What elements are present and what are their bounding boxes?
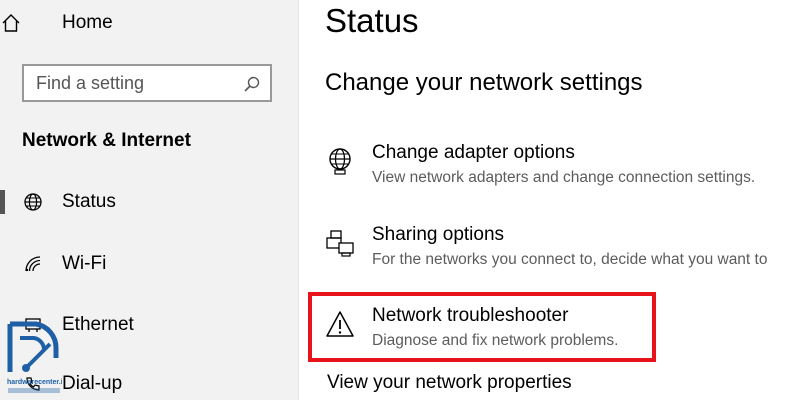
page-title: Status: [325, 2, 419, 39]
sidebar-item-wifi[interactable]: Wi-Fi: [0, 244, 298, 284]
wifi-icon: [22, 253, 44, 275]
search-icon[interactable]: [243, 75, 261, 93]
network-troubleshooter-link[interactable]: Network troubleshooter Diagnose and fix …: [325, 305, 800, 357]
view-network-properties-link[interactable]: View your network properties: [327, 372, 572, 394]
section-subtitle: Change your network settings: [325, 69, 643, 96]
svg-text:hardwarecenter.ir: hardwarecenter.ir: [7, 379, 62, 386]
sidebar-item-label: Ethernet: [62, 314, 134, 335]
sidebar-item-status[interactable]: Status: [0, 182, 298, 222]
option-title: Change adapter options: [372, 142, 575, 163]
sidebar-item-home[interactable]: Home: [0, 3, 298, 43]
sidebar: Home Network & Internet: [0, 0, 299, 400]
option-title: Network troubleshooter: [372, 305, 569, 326]
sidebar-item-label: Wi-Fi: [62, 253, 107, 274]
globe-icon: [22, 191, 44, 213]
option-description: Diagnose and fix network problems.: [372, 332, 619, 349]
search-box[interactable]: [22, 64, 272, 102]
sharing-options-link[interactable]: Sharing options For the networks you con…: [325, 224, 800, 276]
change-adapter-options-link[interactable]: Change adapter options View network adap…: [325, 142, 800, 194]
adapter-globe-icon: [325, 146, 355, 176]
option-description: For the networks you connect to, decide …: [372, 251, 768, 268]
home-icon: [0, 12, 22, 34]
option-description: View network adapters and change connect…: [372, 169, 756, 186]
section-heading: Network & Internet: [22, 130, 191, 151]
sidebar-item-label: Status: [62, 191, 116, 212]
main-panel: Status Change your network settings Chan…: [299, 0, 800, 400]
sidebar-item-label: Dial-up: [62, 373, 123, 394]
warning-icon: [325, 309, 355, 339]
option-title: Sharing options: [372, 224, 505, 245]
watermark-logo: hardwarecenter.ir: [6, 318, 66, 400]
sharing-icon: [325, 228, 355, 258]
home-label: Home: [62, 12, 113, 33]
settings-window: Home Network & Internet: [0, 0, 800, 400]
search-input[interactable]: [36, 66, 241, 100]
